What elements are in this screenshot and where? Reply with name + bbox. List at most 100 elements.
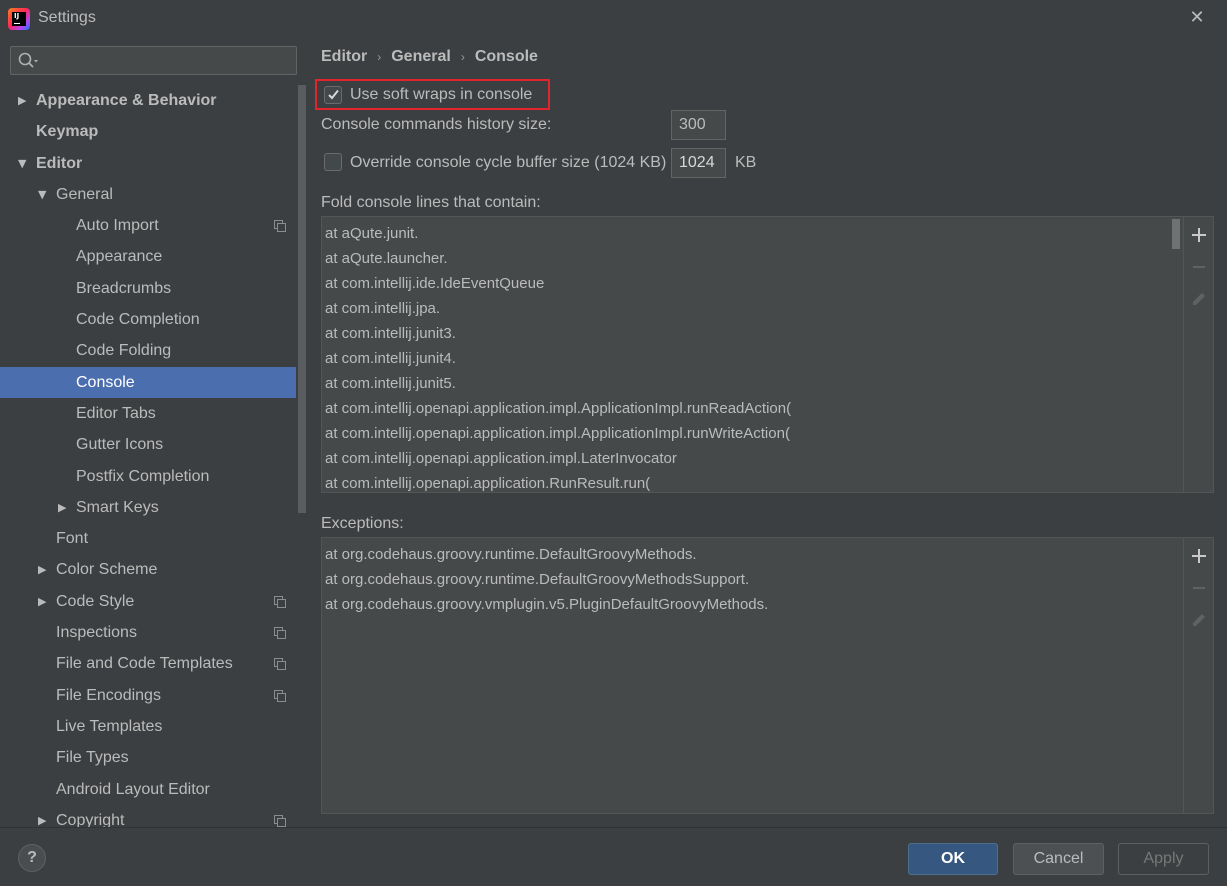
list-item[interactable]: at org.codehaus.groovy.runtime.DefaultGr…	[322, 542, 1170, 567]
sidebar-item-editor[interactable]: ▼ Editor	[0, 148, 296, 179]
sidebar-item-label: Appearance & Behavior	[36, 92, 217, 109]
sidebar-item-label: Keymap	[36, 123, 99, 141]
dialog-footer: ? OK Cancel Apply	[0, 827, 1227, 886]
chevron-right-icon[interactable]: ▶	[58, 492, 70, 523]
sidebar-item-label: Inspections	[56, 624, 137, 642]
fold-lines-toolbar	[1183, 217, 1213, 492]
list-item[interactable]: at aQute.launcher.	[322, 246, 1170, 271]
chevron-right-icon[interactable]: ▶	[18, 85, 30, 116]
help-button[interactable]: ?	[18, 844, 46, 872]
list-item[interactable]: at com.intellij.openapi.application.impl…	[322, 446, 1170, 471]
sidebar-item-label: Editor Tabs	[76, 404, 156, 422]
sidebar-item-console[interactable]: Console	[0, 366, 296, 398]
remove-icon[interactable]	[1189, 578, 1209, 598]
sidebar-item-label: Editor	[36, 154, 83, 172]
soft-wraps-checkbox[interactable]	[324, 86, 342, 104]
settings-sidebar: ▶ Appearance & Behavior Keymap ▼ Editor ▼ Gene…	[0, 38, 307, 829]
sidebar-item-code-completion[interactable]: Code Completion	[0, 304, 296, 335]
fold-lines-scrollbar-thumb[interactable]	[1172, 219, 1180, 249]
chevron-down-icon[interactable]: ▼	[38, 179, 50, 210]
apply-button[interactable]: Apply	[1118, 843, 1209, 875]
list-item[interactable]: at com.intellij.openapi.application.RunR…	[322, 471, 1170, 492]
close-icon[interactable]: ✕	[1187, 8, 1207, 28]
sidebar-scrollbar[interactable]	[297, 85, 307, 827]
sidebar-item-file-and-code-templates[interactable]: File and Code Templates	[0, 648, 296, 679]
sidebar-item-keymap[interactable]: Keymap	[0, 116, 296, 147]
sidebar-scrollbar-thumb[interactable]	[298, 85, 306, 513]
history-size-input[interactable]	[671, 110, 726, 140]
sidebar-item-label: File and Code Templates	[56, 655, 233, 673]
sidebar-item-postfix-completion[interactable]: Postfix Completion	[0, 461, 296, 492]
sidebar-item-inspections[interactable]: Inspections	[0, 617, 296, 648]
sidebar-item-code-style[interactable]: ▶ Code Style	[0, 586, 296, 617]
add-icon[interactable]	[1189, 225, 1209, 245]
list-item[interactable]: at com.intellij.junit5.	[322, 371, 1170, 396]
sidebar-item-label: Auto Import	[76, 217, 159, 235]
sidebar-item-label: Appearance	[76, 248, 163, 266]
sidebar-item-appearance[interactable]: Appearance	[0, 241, 296, 272]
cancel-button[interactable]: Cancel	[1013, 843, 1104, 875]
list-item[interactable]: at com.intellij.openapi.application.impl…	[322, 396, 1170, 421]
sidebar-item-gutter-icons[interactable]: Gutter Icons	[0, 429, 296, 460]
sidebar-item-appearance-behavior[interactable]: ▶ Appearance & Behavior	[0, 85, 296, 116]
chevron-down-icon[interactable]: ▼	[18, 148, 30, 179]
sidebar-item-label: Code Folding	[76, 342, 172, 360]
override-buffer-checkbox[interactable]	[324, 153, 342, 171]
intellij-logo-icon: IJ	[8, 8, 30, 30]
window-title: Settings	[38, 9, 96, 26]
sidebar-item-code-folding[interactable]: Code Folding	[0, 335, 296, 366]
remove-icon[interactable]	[1189, 257, 1209, 277]
list-item[interactable]: at com.intellij.jpa.	[322, 296, 1170, 321]
breadcrumb: Editor › General › Console	[321, 48, 538, 70]
sidebar-item-android-layout-editor[interactable]: Android Layout Editor	[0, 774, 296, 805]
add-icon[interactable]	[1189, 546, 1209, 566]
breadcrumb-separator: ›	[377, 50, 382, 64]
sidebar-item-file-encodings[interactable]: File Encodings	[0, 680, 296, 711]
sidebar-item-label: File Encodings	[56, 686, 161, 704]
sidebar-item-editor-tabs[interactable]: Editor Tabs	[0, 398, 296, 429]
sidebar-item-label: Code Style	[56, 592, 135, 610]
fold-lines-scrollbar[interactable]	[1170, 217, 1182, 492]
edit-icon[interactable]	[1189, 289, 1209, 309]
exceptions-toolbar	[1183, 538, 1213, 813]
chevron-right-icon[interactable]: ▶	[38, 554, 50, 585]
exceptions-list[interactable]: at org.codehaus.groovy.runtime.DefaultGr…	[321, 537, 1214, 814]
settings-tree: ▶ Appearance & Behavior Keymap ▼ Editor ▼ Gene…	[0, 85, 296, 836]
sidebar-item-color-scheme[interactable]: ▶ Color Scheme	[0, 554, 296, 585]
edit-icon[interactable]	[1189, 610, 1209, 630]
sidebar-item-label: Font	[56, 530, 89, 548]
sidebar-item-file-types[interactable]: File Types	[0, 742, 296, 773]
sidebar-item-label: General	[56, 185, 113, 203]
list-item[interactable]: at aQute.junit.	[322, 221, 1170, 246]
buffer-size-input[interactable]	[671, 148, 726, 178]
sidebar-item-label: Smart Keys	[76, 498, 159, 516]
sidebar-item-auto-import[interactable]: Auto Import	[0, 210, 296, 241]
sidebar-item-label: Color Scheme	[56, 561, 158, 579]
breadcrumb-item-general: General	[391, 48, 451, 65]
sidebar-item-breadcrumbs[interactable]: Breadcrumbs	[0, 273, 296, 304]
ok-button[interactable]: OK	[908, 843, 998, 875]
breadcrumb-item-editor: Editor	[321, 48, 368, 65]
search-icon[interactable]	[17, 51, 39, 71]
sidebar-item-general[interactable]: ▼ General	[0, 179, 296, 210]
fold-lines-label: Fold console lines that contain:	[321, 194, 541, 211]
sidebar-item-smart-keys[interactable]: ▶ Smart Keys	[0, 492, 296, 523]
search-input[interactable]	[43, 47, 293, 74]
chevron-right-icon[interactable]: ▶	[38, 586, 50, 617]
list-item[interactable]: at com.intellij.junit3.	[322, 321, 1170, 346]
soft-wraps-label[interactable]: Use soft wraps in console	[350, 86, 532, 104]
breadcrumb-separator: ›	[460, 50, 465, 64]
list-item[interactable]: at com.intellij.junit4.	[322, 346, 1170, 371]
list-item[interactable]: at com.intellij.ide.IdeEventQueue	[322, 271, 1170, 296]
sidebar-item-live-templates[interactable]: Live Templates	[0, 711, 296, 742]
project-scope-icon	[274, 689, 286, 702]
fold-lines-list[interactable]: at aQute.junit. at aQute.launcher. at com.…	[321, 216, 1214, 493]
list-item[interactable]: at org.codehaus.groovy.runtime.DefaultGr…	[322, 567, 1170, 592]
sidebar-item-font[interactable]: Font	[0, 523, 296, 554]
sidebar-item-label: File Types	[56, 749, 129, 767]
list-item[interactable]: at org.codehaus.groovy.vmplugin.v5.Plugi…	[322, 592, 1170, 617]
list-item[interactable]: at com.intellij.openapi.application.impl…	[322, 421, 1170, 446]
sidebar-item-label: Code Completion	[76, 311, 200, 329]
override-buffer-label[interactable]: Override console cycle buffer size (1024…	[350, 154, 666, 172]
search-box[interactable]	[10, 46, 297, 75]
